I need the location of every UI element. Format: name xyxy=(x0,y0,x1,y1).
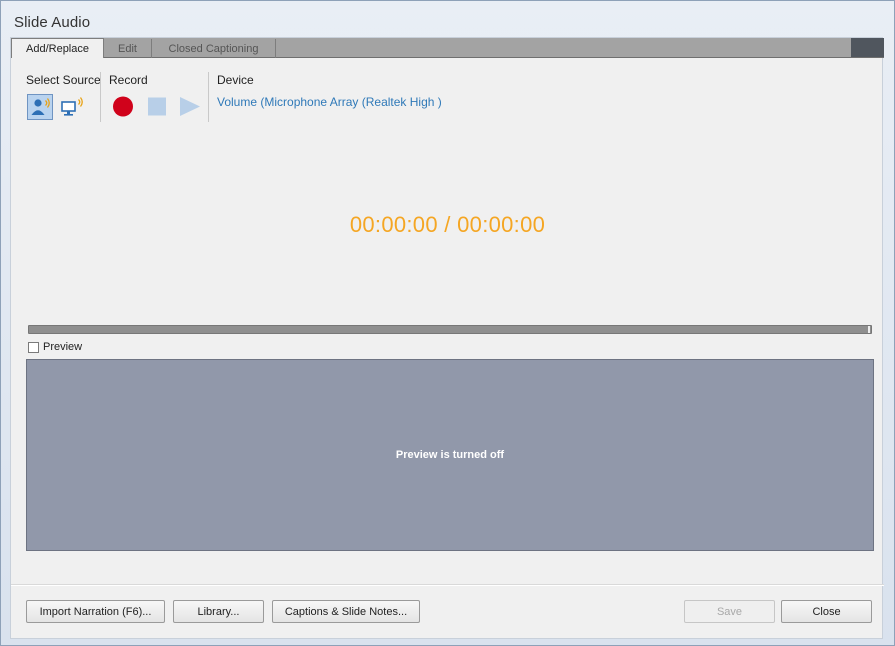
save-button[interactable]: Save xyxy=(684,600,775,623)
microphone-source-button[interactable] xyxy=(27,94,53,120)
stop-button[interactable] xyxy=(146,94,172,120)
device-selector-link[interactable]: Volume (Microphone Array (Realtek High ) xyxy=(217,95,442,109)
timer-display: 00:00:00 / 00:00:00 xyxy=(349,212,546,237)
play-button[interactable] xyxy=(178,94,204,120)
tab-add-replace[interactable]: Add/Replace xyxy=(11,38,104,58)
preview-checkbox-label[interactable]: Preview xyxy=(43,341,82,353)
close-button[interactable]: Close xyxy=(781,600,872,623)
record-button[interactable] xyxy=(111,94,137,120)
footer-divider xyxy=(11,584,884,586)
separator xyxy=(100,72,101,122)
computer-audio-icon xyxy=(61,97,83,116)
tab-bar: Add/Replace Edit Closed Captioning xyxy=(11,38,884,58)
record-icon xyxy=(113,96,133,117)
microphone-person-icon xyxy=(27,94,53,120)
preview-message: Preview is turned off xyxy=(395,449,505,461)
play-icon xyxy=(180,97,200,116)
dialog-title: Slide Audio xyxy=(14,14,91,31)
dialog-body: Add/Replace Edit Closed Captioning Selec… xyxy=(10,37,884,639)
library-button[interactable]: Library... xyxy=(173,600,264,623)
select-source-label: Select Source xyxy=(26,73,101,87)
record-label: Record xyxy=(109,73,148,87)
separator xyxy=(208,72,209,122)
tab-closed-captioning[interactable]: Closed Captioning xyxy=(152,39,276,58)
preview-checkbox[interactable] xyxy=(28,342,39,353)
audio-progress-bar[interactable] xyxy=(28,325,872,334)
device-label: Device xyxy=(217,73,254,87)
preview-panel: Preview is turned off xyxy=(26,359,874,551)
tab-edit[interactable]: Edit xyxy=(104,39,152,58)
computer-audio-source-button[interactable] xyxy=(59,94,85,120)
import-narration-button[interactable]: Import Narration (F6)... xyxy=(26,600,165,623)
progress-thumb[interactable] xyxy=(868,326,870,333)
captions-slide-notes-button[interactable]: Captions & Slide Notes... xyxy=(272,600,420,623)
slide-audio-dialog: Slide Audio Add/Replace Edit Closed Capt… xyxy=(0,0,895,646)
tab-bar-end xyxy=(851,38,884,57)
stop-icon xyxy=(148,97,166,116)
